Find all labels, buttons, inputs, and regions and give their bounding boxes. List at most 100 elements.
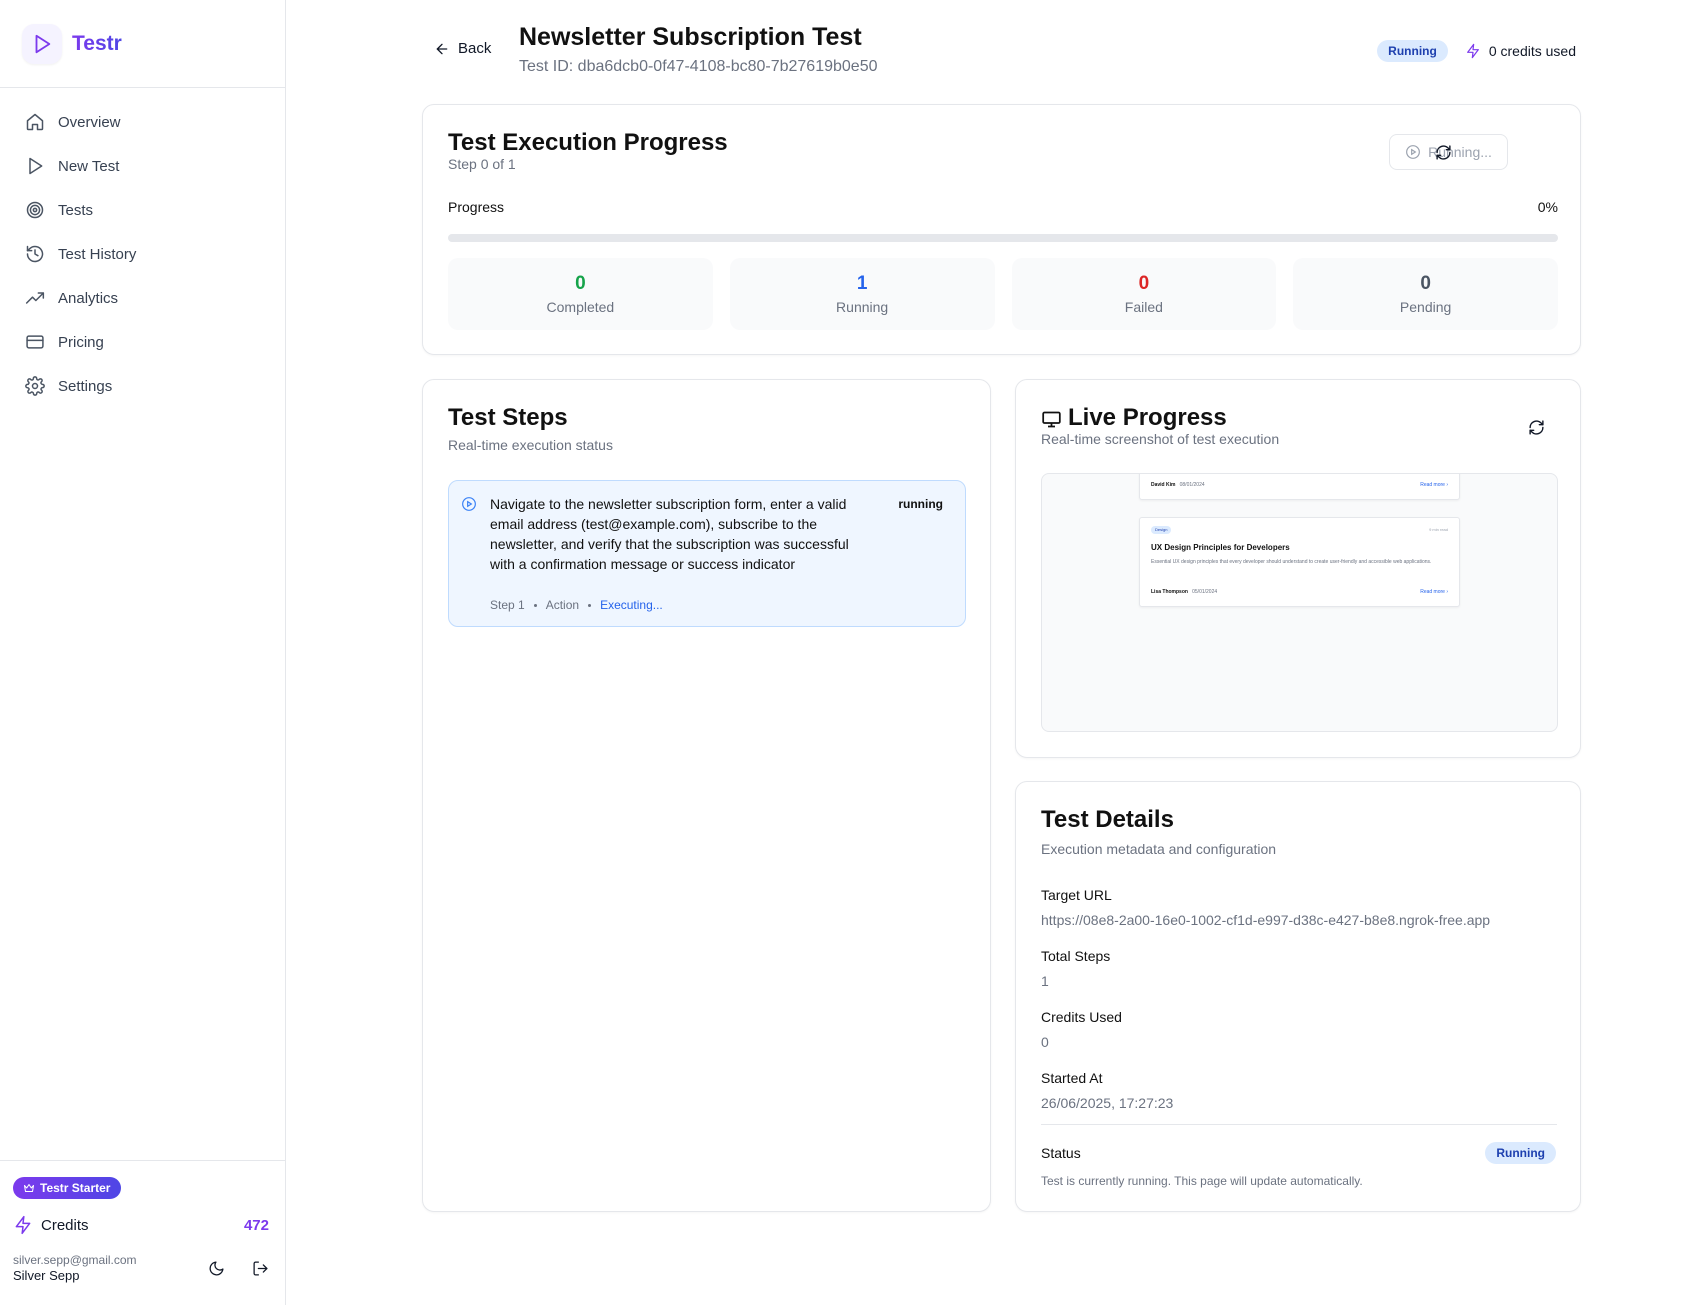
credits-used: 0 credits used — [1465, 43, 1576, 59]
test-id: Test ID: dba6dcb0-0f47-4108-bc80-7b27619… — [519, 58, 878, 75]
stat-label: Completed — [546, 299, 615, 315]
step-number: Step 1 — [490, 598, 525, 612]
step-running-icon — [461, 496, 477, 512]
step-counter: Step 0 of 1 — [448, 156, 516, 172]
logout-button[interactable] — [248, 1257, 272, 1281]
plan-badge: Testr Starter — [13, 1177, 122, 1199]
stat-value: 0 — [575, 273, 586, 294]
test-steps-card: Test Steps Real-time execution status Na… — [422, 379, 991, 1212]
stat-label: Failed — [1124, 299, 1163, 315]
preview-meta: Lisa Thompson 05/01/2024 — [1151, 589, 1217, 595]
back-label: Back — [458, 40, 492, 57]
detail-label-target-url: Target URL — [1041, 887, 1112, 903]
sidebar-item-label: Settings — [58, 377, 113, 395]
preview-read-more-label: Read more — [1420, 482, 1445, 488]
test-details-title: Test Details — [1041, 806, 1174, 833]
back-button[interactable]: Back — [434, 40, 491, 57]
sidebar-item-label: Test History — [58, 245, 137, 263]
crown-icon — [24, 1184, 34, 1192]
logout-icon — [252, 1261, 268, 1276]
trending-up-icon — [25, 292, 45, 304]
detail-value-started-at: 26/06/2025, 17:27:23 — [1041, 1095, 1174, 1111]
sidebar-item-overview[interactable]: Overview — [0, 100, 285, 144]
sidebar-nav: Overview New Test Tests Test History Ana… — [0, 88, 285, 408]
progress-title: Test Execution Progress — [448, 129, 728, 156]
sidebar-item-label: Tests — [58, 201, 94, 219]
refresh-icon — [1435, 144, 1451, 160]
step-item[interactable]: Navigate to the newsletter subscription … — [448, 480, 966, 627]
live-screenshot: David Kim 08/01/2024 Read more › Design … — [1041, 473, 1558, 732]
user-info: silver.sepp@gmail.com Silver Sepp — [13, 1253, 184, 1284]
stat-pending: 0 Pending — [1293, 258, 1558, 330]
preview-meta: David Kim 08/01/2024 — [1151, 482, 1205, 488]
preview-date: 08/01/2024 — [1179, 482, 1205, 488]
sidebar-item-new-test[interactable]: New Test — [0, 144, 285, 188]
step-type: Action — [545, 598, 580, 612]
target-icon — [26, 201, 44, 219]
gear-icon — [25, 376, 45, 396]
refresh-progress-button[interactable] — [1425, 134, 1461, 170]
sidebar-item-tests[interactable]: Tests — [0, 188, 285, 232]
step-state: Executing... — [600, 598, 663, 612]
status-badge: Running — [1485, 1142, 1556, 1164]
sidebar-item-test-history[interactable]: Test History — [0, 232, 285, 276]
preview-date: 05/01/2024 — [1192, 589, 1218, 595]
sidebar-item-analytics[interactable]: Analytics — [0, 276, 285, 320]
detail-value-total-steps: 1 — [1041, 973, 1049, 989]
user-email: silver.sepp@gmail.com — [13, 1253, 137, 1267]
detail-value-target-url: https://08e8-2a00-16e0-1002-cf1d-e997-d3… — [1041, 912, 1491, 928]
history-icon — [26, 245, 44, 263]
preview-post-card: Design 9 min read UX Design Principles f… — [1139, 517, 1460, 607]
logo-play-icon — [22, 23, 62, 64]
brand[interactable]: Testr — [0, 0, 285, 88]
preview-tag: Design — [1151, 526, 1172, 534]
preview-author: David Kim — [1151, 482, 1176, 488]
separator-dot — [588, 603, 592, 607]
step-description: Navigate to the newsletter subscription … — [490, 496, 849, 572]
home-icon — [26, 113, 44, 131]
refresh-screenshot-button[interactable] — [1518, 409, 1554, 445]
user-name: Silver Sepp — [13, 1268, 80, 1283]
page-header: Back Newsletter Subscription Test Test I… — [420, 22, 1576, 82]
live-progress-card: Live Progress Real-time screenshot of te… — [1015, 379, 1581, 758]
stat-completed: 0 Completed — [448, 258, 713, 330]
live-progress-subtitle: Real-time screenshot of test execution — [1041, 431, 1280, 447]
sidebar-item-label: New Test — [58, 157, 120, 175]
detail-label-status: Status — [1041, 1145, 1081, 1161]
lightning-icon — [1466, 43, 1479, 59]
preview-author: Lisa Thompson — [1151, 589, 1188, 595]
sidebar-item-pricing[interactable]: Pricing — [0, 320, 285, 364]
sidebar-item-label: Pricing — [58, 333, 104, 351]
preview-read-time: 9 min read — [1429, 527, 1448, 532]
preview-post-card: David Kim 08/01/2024 Read more › — [1139, 474, 1460, 500]
arrow-left-icon — [436, 43, 448, 54]
detail-label-started-at: Started At — [1041, 1070, 1103, 1086]
sidebar-item-settings[interactable]: Settings — [0, 364, 285, 408]
moon-icon — [209, 1261, 224, 1276]
status-badge: Running — [1377, 40, 1448, 62]
lightning-icon — [15, 1215, 31, 1235]
stats-row: 0 Completed 1 Running 0 Failed 0 Pending — [448, 258, 1558, 330]
stat-label: Pending — [1399, 299, 1452, 315]
progress-card: Test Execution Progress Step 0 of 1 Runn… — [422, 104, 1581, 355]
stat-failed: 0 Failed — [1011, 258, 1277, 330]
brand-name: Testr — [72, 31, 122, 55]
sidebar-item-label: Overview — [58, 113, 121, 131]
sidebar: Testr Overview New Test Tests Test Histo… — [0, 0, 286, 1305]
stat-value: 0 — [1138, 273, 1150, 294]
sidebar-footer: Testr Starter Credits 472 silver.sepp@gm… — [0, 1160, 285, 1305]
credits-row: Credits 472 — [13, 1213, 272, 1237]
progress-label: Progress — [448, 199, 505, 215]
preview-read-more: Read more › — [1420, 589, 1448, 595]
credit-card-icon — [26, 335, 44, 349]
theme-toggle-button[interactable] — [204, 1257, 228, 1281]
stat-value: 0 — [1420, 273, 1431, 294]
credits-label: Credits — [41, 1216, 89, 1234]
separator-dot — [533, 603, 537, 607]
preview-post-title: UX Design Principles for Developers — [1151, 543, 1290, 552]
detail-label-credits-used: Credits Used — [1041, 1009, 1122, 1025]
preview-post-desc: Essential UX design principles that ever… — [1151, 559, 1432, 565]
play-circle-icon — [1406, 145, 1421, 159]
credits-used-label: 0 credits used — [1488, 43, 1576, 59]
preview-read-more-label: Read more — [1420, 589, 1445, 595]
